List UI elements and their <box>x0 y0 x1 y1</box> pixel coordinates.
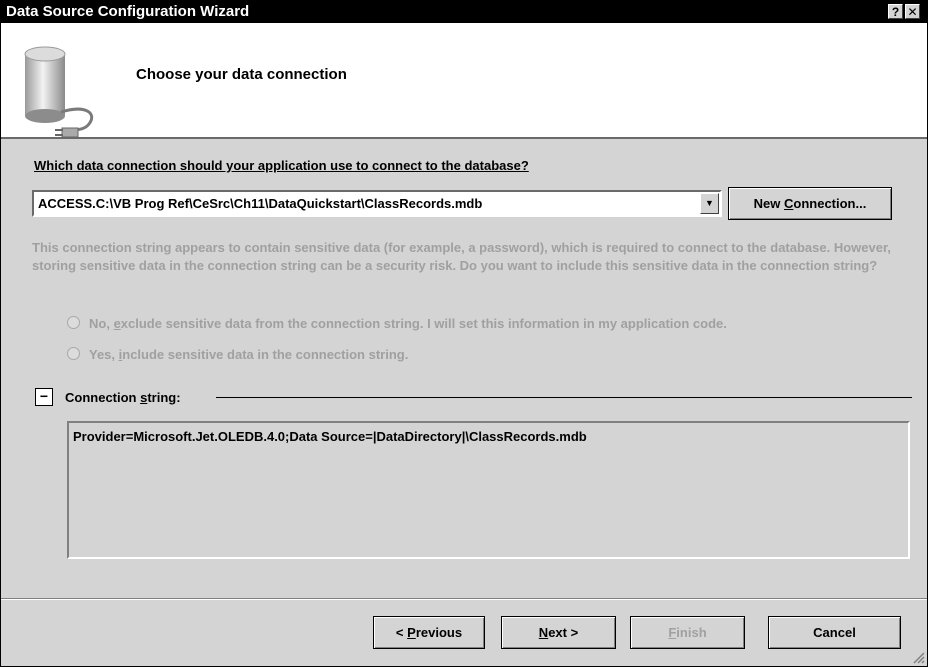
connection-string-value: Provider=Microsoft.Jet.OLEDB.4.0;Data So… <box>73 429 587 444</box>
connection-question: Which data connection should your applic… <box>34 158 529 173</box>
connection-string-divider <box>216 397 912 398</box>
connection-dropdown-value: ACCESS.C:\VB Prog Ref\CeSrc\Ch11\DataQui… <box>38 196 483 211</box>
close-button[interactable]: ✕ <box>905 4 920 19</box>
radio-button-icon <box>67 347 80 360</box>
connection-dropdown[interactable]: ACCESS.C:\VB Prog Ref\CeSrc\Ch11\DataQui… <box>32 190 722 217</box>
footer-divider <box>1 598 927 600</box>
include-sensitive-radio[interactable]: Yes, include sensitive data in the conne… <box>67 347 408 362</box>
connection-string-label: Connection string: <box>65 390 181 405</box>
dropdown-arrow-icon[interactable]: ▼ <box>700 193 719 214</box>
next-button[interactable]: Next > <box>501 616 616 649</box>
help-button[interactable]: ? <box>888 4 903 19</box>
resize-grip-icon[interactable] <box>911 650 925 664</box>
previous-button[interactable]: < Previous <box>373 616 485 649</box>
new-connection-button[interactable]: New Connection... <box>728 187 892 220</box>
finish-button[interactable]: Finish <box>630 616 745 649</box>
database-plug-icon <box>24 46 94 138</box>
cancel-button[interactable]: Cancel <box>768 616 901 649</box>
sensitive-data-notice: This connection string appears to contai… <box>32 240 891 273</box>
wizard-window: Data Source Configuration Wizard ? ✕ Cho… <box>0 0 928 667</box>
title-bar: Data Source Configuration Wizard ? ✕ <box>1 1 927 23</box>
connection-string-box: Provider=Microsoft.Jet.OLEDB.4.0;Data So… <box>67 421 910 559</box>
window-title: Data Source Configuration Wizard <box>6 3 250 20</box>
radio-button-icon <box>67 316 80 329</box>
collapse-toggle-icon[interactable]: − <box>35 388 53 406</box>
exclude-sensitive-radio[interactable]: No, exclude sensitive data from the conn… <box>67 316 727 331</box>
page-title: Choose your data connection <box>136 66 347 83</box>
wizard-header: Choose your data connection <box>1 23 927 139</box>
